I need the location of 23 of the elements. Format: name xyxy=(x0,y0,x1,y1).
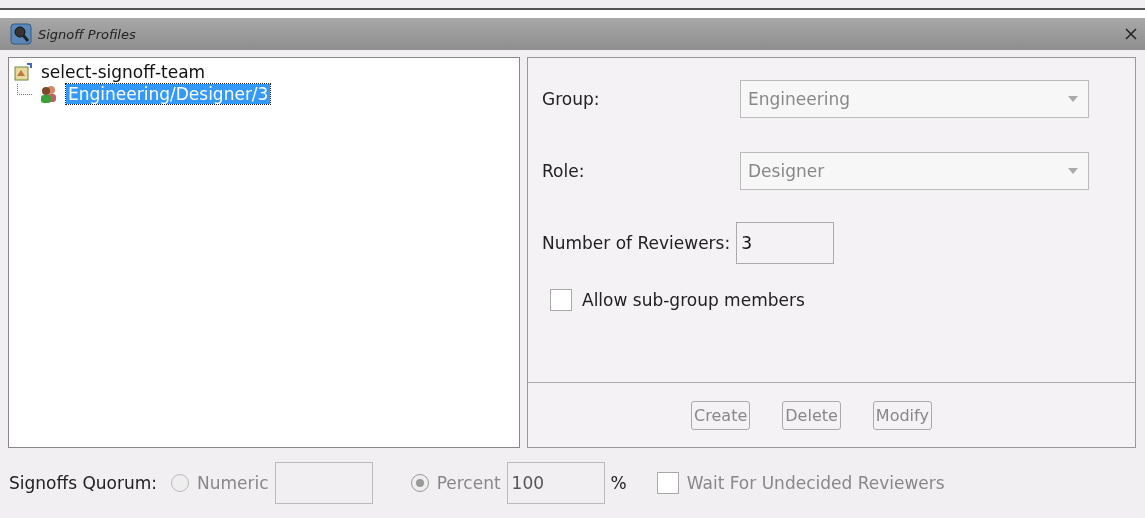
tree-item[interactable]: select-signoff-team xyxy=(39,62,208,82)
magnifier-icon xyxy=(10,23,32,45)
caret-icon xyxy=(1068,96,1078,102)
input-field[interactable]: 3 xyxy=(736,222,835,264)
radio-label: Percent xyxy=(436,473,501,493)
checkbox[interactable] xyxy=(656,472,679,494)
checkbox-label: Allow sub-group members xyxy=(582,290,805,310)
radio-button[interactable] xyxy=(410,474,429,492)
close-icon[interactable] xyxy=(1125,28,1137,40)
field-label: Number of Reviewers: xyxy=(542,233,731,253)
quorum-label: Signoffs Quorum: xyxy=(9,473,158,493)
checkbox[interactable] xyxy=(550,289,572,311)
radio-button[interactable] xyxy=(171,474,190,492)
input-field[interactable] xyxy=(274,462,373,504)
window-title: Signoff Profiles xyxy=(38,26,137,42)
input-field[interactable]: 100 xyxy=(506,462,605,504)
radio-label: Numeric xyxy=(197,473,269,493)
field-label: Group: xyxy=(542,89,601,109)
checkbox-label: Wait For Undecided Reviewers xyxy=(686,473,945,493)
field-label: Role: xyxy=(542,161,586,181)
caret-icon xyxy=(1068,168,1078,174)
tree-item[interactable]: Engineering/Designer/3 xyxy=(66,84,271,104)
percent-label: % xyxy=(610,473,627,493)
